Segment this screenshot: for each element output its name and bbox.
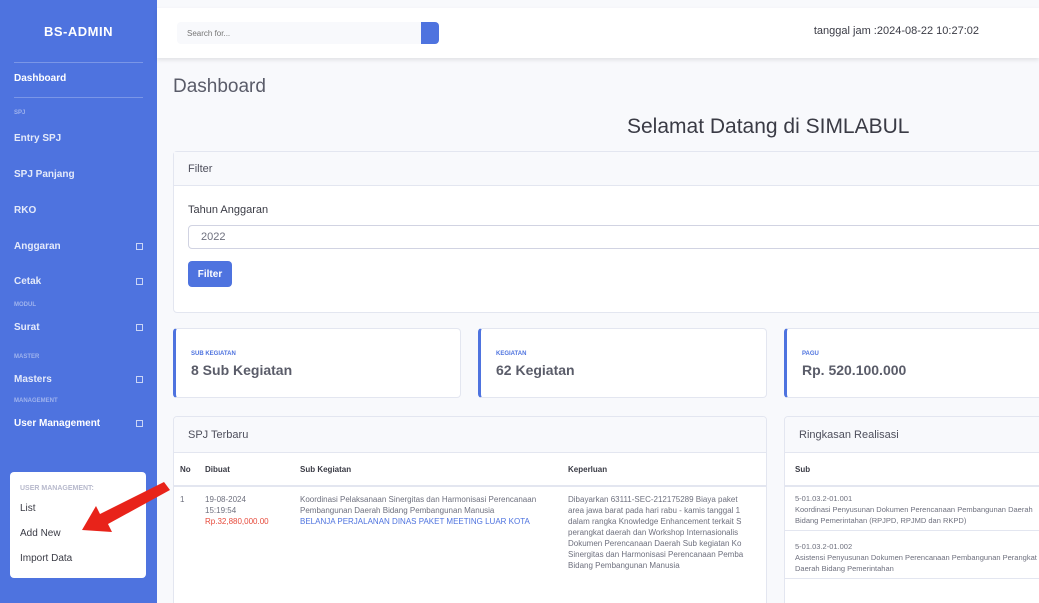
column-header-sub-kegiatan: Sub Kegiatan	[294, 453, 562, 487]
table-header-row: Sub	[785, 453, 1039, 487]
sub-desc: Koordinasi Penyusunan Dokumen Perencanaa…	[795, 505, 1033, 525]
sidebar-item-cetak[interactable]: Cetak	[0, 264, 157, 298]
stat-label: KEGIATAN	[496, 351, 527, 357]
belanja-link[interactable]: BELANJA PERJALANAN DINAS PAKET MEETING L…	[300, 516, 556, 527]
sidebar-item-surat[interactable]: Surat	[0, 312, 157, 342]
created-time: 15:19:54	[205, 506, 237, 515]
brand-logo[interactable]: BS-ADMIN	[0, 0, 157, 62]
table-row: 1 19-08-2024 15:19:54 Rp.32,880,000.00 K…	[174, 486, 766, 578]
red-arrow-annotation	[82, 482, 170, 532]
column-header-keperluan: Keperluan	[562, 453, 766, 487]
sidebar-item-label: Surat	[14, 321, 40, 333]
filter-card: Filter Tahun Anggaran 2022 Filter	[173, 151, 1039, 313]
search-input[interactable]	[177, 22, 419, 44]
sidebar-item-label: Masters	[14, 373, 52, 385]
realisasi-card-header: Ringkasan Realisasi	[785, 417, 1039, 453]
stat-card-kegiatan: KEGIATAN 62 Kegiatan	[478, 328, 767, 398]
page-title: Dashboard	[173, 76, 266, 97]
realisasi-list: 5-01.03.2-01.001 Koordinasi Penyusunan D…	[785, 487, 1039, 579]
sidebar-item-label: RKO	[14, 204, 37, 216]
sidebar-divider	[14, 97, 143, 98]
filter-button[interactable]: Filter	[188, 261, 232, 287]
spj-table: No Dibuat Sub Kegiatan Keperluan 1 19-08…	[174, 453, 766, 578]
stat-value: 8 Sub Kegiatan	[191, 362, 293, 378]
sidebar-item-entry-spj[interactable]: Entry SPJ	[0, 120, 157, 156]
table-header-row: No Dibuat Sub Kegiatan Keperluan	[174, 453, 766, 487]
list-item: 5-01.03.2-01.002 Asistensi Penyusunan Do…	[785, 531, 1039, 579]
keperluan-line: Dibayarkan 63111-SEC-212175289 Biaya pak…	[568, 495, 738, 504]
expand-icon	[136, 375, 143, 383]
sub-kegiatan-text: Koordinasi Pelaksanaan Sinergitas dan Ha…	[300, 495, 537, 515]
spj-card-header: SPJ Terbaru	[174, 417, 766, 453]
expand-icon	[136, 242, 143, 250]
section-heading-management: MANAGEMENT	[14, 398, 58, 404]
sidebar-item-label: Entry SPJ	[14, 132, 62, 144]
search-button[interactable]	[421, 22, 439, 44]
column-header-dibuat: Dibuat	[199, 453, 294, 487]
tahun-anggaran-label: Tahun Anggaran	[188, 204, 269, 216]
keperluan-line: perangkat daerah dan Workshop Internasio…	[568, 528, 739, 537]
stat-value: Rp. 520.100.000	[802, 362, 907, 378]
stat-value: 62 Kegiatan	[496, 362, 575, 378]
keperluan-line: dalam rangka Knowledge Enhancement terka…	[568, 517, 742, 526]
sub-code: 5-01.03.2-01.002	[795, 542, 853, 551]
stat-label: SUB KEGIATAN	[191, 351, 236, 357]
amount: Rp.32,880,000.00	[205, 517, 269, 526]
sidebar-item-label: User Management	[14, 417, 101, 429]
cell-no: 1	[180, 495, 185, 504]
expand-icon	[136, 323, 143, 331]
expand-icon	[136, 419, 143, 427]
cell-keperluan: Dibayarkan 63111-SEC-212175289 Biaya pak…	[562, 486, 766, 578]
keperluan-line: area jawa barat pada hari rabu - kamis t…	[568, 506, 741, 515]
sidebar-item-label: Anggaran	[14, 240, 61, 252]
keperluan-line: Sinergitas dan Harmonisasi Perencanaan P…	[568, 550, 744, 559]
list-item: 5-01.03.2-01.001 Koordinasi Penyusunan D…	[785, 487, 1039, 531]
sidebar-item-user-management[interactable]: User Management	[0, 408, 157, 438]
sub-code: 5-01.03.2-01.001	[795, 494, 853, 503]
tahun-anggaran-select[interactable]: 2022	[188, 225, 1039, 249]
filter-card-header: Filter	[174, 152, 1039, 186]
cell-dibuat: 19-08-2024 15:19:54 Rp.32,880,000.00	[199, 486, 294, 578]
welcome-heading: Selamat Datang di SIMLABUL	[627, 115, 910, 138]
sidebar-item-dashboard[interactable]: Dashboard	[0, 63, 157, 93]
sidebar-item-anggaran[interactable]: Anggaran	[0, 228, 157, 264]
section-heading-spj: SPJ	[14, 110, 26, 116]
sub-desc: Asistensi Penyusunan Dokumen Perencanaan…	[795, 553, 1037, 573]
sidebar-item-label: SPJ Panjang	[14, 168, 75, 180]
topbar: tanggal jam :2024-08-22 10:27:02	[157, 8, 1039, 58]
stat-label: PAGU	[802, 351, 819, 357]
expand-icon	[136, 277, 143, 285]
created-date: 19-08-2024	[205, 495, 246, 504]
sidebar-item-masters[interactable]: Masters	[0, 364, 157, 394]
cell-sub-kegiatan: Koordinasi Pelaksanaan Sinergitas dan Ha…	[294, 486, 562, 578]
section-heading-master: MASTER	[14, 354, 40, 360]
ringkasan-realisasi-card: Ringkasan Realisasi Sub 5-01.03.2-01.001…	[784, 416, 1039, 603]
datetime-display: tanggal jam :2024-08-22 10:27:02	[813, 25, 979, 37]
spj-terbaru-card: SPJ Terbaru No Dibuat Sub Kegiatan Keper…	[173, 416, 767, 603]
sidebar-item-spj-panjang[interactable]: SPJ Panjang	[0, 156, 157, 192]
column-header-sub: Sub	[785, 453, 1039, 487]
keperluan-line: Dokumen Perencanaan Daerah Sub kegiatan …	[568, 539, 742, 548]
sidebar-item-label: Dashboard	[14, 72, 67, 84]
stat-card-sub-kegiatan: SUB KEGIATAN 8 Sub Kegiatan	[173, 328, 461, 398]
column-header-no: No	[174, 453, 199, 487]
sidebar-item-label: Cetak	[14, 275, 42, 287]
realisasi-table: Sub	[785, 453, 1039, 487]
stat-card-pagu: PAGU Rp. 520.100.000	[784, 328, 1039, 398]
keperluan-line: Bidang Pembangunan Manusia	[568, 561, 680, 570]
sidebar-item-rko[interactable]: RKO	[0, 192, 157, 228]
search-bar	[177, 22, 439, 44]
section-heading-modul: MODUL	[14, 302, 36, 308]
submenu-item-import-data[interactable]: Import Data	[10, 546, 146, 571]
